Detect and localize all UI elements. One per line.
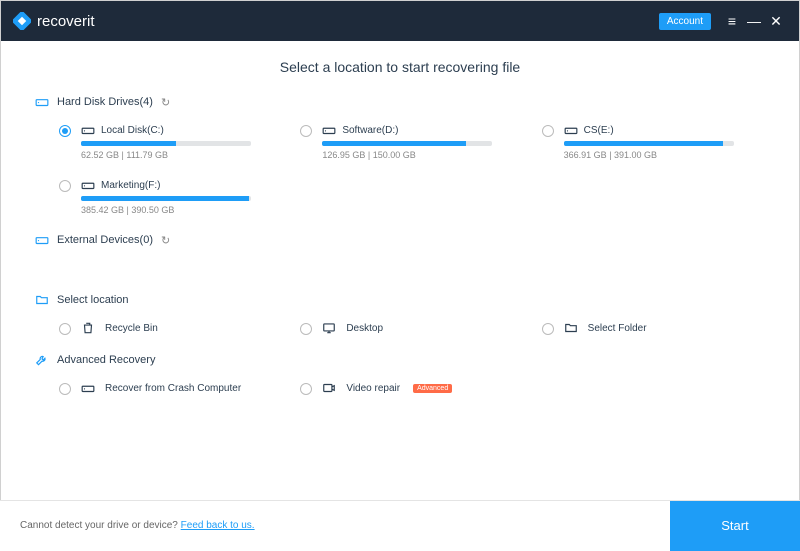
menu-icon[interactable]: ≡: [721, 13, 743, 29]
footer-prompt: Cannot detect your drive or device?: [20, 520, 181, 531]
hard-disk-icon: [35, 95, 49, 109]
minimize-icon[interactable]: —: [743, 13, 765, 29]
main-content: Select a location to start recovering fi…: [1, 41, 799, 501]
location-label: Desktop: [346, 323, 383, 334]
close-icon[interactable]: ✕: [765, 13, 787, 30]
location-label: Recycle Bin: [105, 323, 158, 334]
drive-radio[interactable]: [300, 125, 312, 137]
start-button[interactable]: Start: [670, 501, 800, 551]
drive-usage-bar: [81, 196, 251, 201]
section-external-header: External Devices(0) ↻: [35, 233, 765, 247]
section-location-label: Select location: [57, 294, 129, 306]
logo-icon: [13, 12, 31, 30]
drive-usage-bar: [322, 141, 492, 146]
drive-grid: Local Disk(C:) 62.52 GB | 111.79 GB Softwa…: [35, 123, 765, 215]
location-radio[interactable]: [59, 323, 71, 335]
drive-label: Marketing(F:): [101, 180, 160, 191]
select-folder-icon: [564, 321, 578, 335]
location-radio[interactable]: [542, 323, 554, 335]
section-hdd-header: Hard Disk Drives(4) ↻: [35, 95, 765, 109]
disk-icon: [322, 123, 336, 137]
drive-item[interactable]: CS(E:) 366.91 GB | 391.00 GB: [542, 123, 765, 160]
drive-radio[interactable]: [59, 180, 71, 192]
drive-label: Software(D:): [342, 125, 398, 136]
section-advanced-header: Advanced Recovery: [35, 353, 765, 367]
disk-icon: [81, 123, 95, 137]
drive-usage-bar: [81, 141, 251, 146]
location-item[interactable]: Recycle Bin: [59, 321, 282, 335]
section-advanced-label: Advanced Recovery: [57, 354, 155, 366]
account-button[interactable]: Account: [659, 13, 711, 30]
location-label: Select Folder: [588, 323, 647, 334]
advanced-radio[interactable]: [59, 383, 71, 395]
title-bar: recoverit Account ≡ — ✕: [1, 1, 799, 41]
location-grid: Recycle Bin Desktop Select Folder: [35, 321, 765, 335]
refresh-hdd-icon[interactable]: ↻: [161, 96, 170, 109]
external-device-icon: [35, 233, 49, 247]
disk-icon: [81, 178, 95, 192]
section-hdd-label: Hard Disk Drives(4): [57, 96, 153, 108]
crash-computer-icon: [81, 381, 95, 395]
footer-bar: Cannot detect your drive or device? Feed…: [0, 500, 800, 550]
disk-icon: [564, 123, 578, 137]
location-item[interactable]: Select Folder: [542, 321, 765, 335]
page-title: Select a location to start recovering fi…: [35, 59, 765, 75]
location-radio[interactable]: [300, 323, 312, 335]
drive-radio[interactable]: [542, 125, 554, 137]
brand-logo: recoverit: [13, 12, 95, 30]
desktop-icon: [322, 321, 336, 335]
brand-text: recoverit: [37, 13, 95, 30]
advanced-label: Video repair: [346, 383, 400, 394]
drive-label: Local Disk(C:): [101, 125, 164, 136]
drive-radio[interactable]: [59, 125, 71, 137]
drive-item[interactable]: Software(D:) 126.95 GB | 150.00 GB: [300, 123, 523, 160]
recycle-bin-icon: [81, 321, 95, 335]
drive-item[interactable]: Local Disk(C:) 62.52 GB | 111.79 GB: [59, 123, 282, 160]
advanced-item[interactable]: Recover from Crash Computer: [59, 381, 282, 395]
drive-size-text: 126.95 GB | 150.00 GB: [322, 150, 523, 160]
drive-label: CS(E:): [584, 125, 614, 136]
location-item[interactable]: Desktop: [300, 321, 523, 335]
video-repair-icon: [322, 381, 336, 395]
advanced-item[interactable]: Video repair Advanced: [300, 381, 523, 395]
advanced-radio[interactable]: [300, 383, 312, 395]
drive-size-text: 366.91 GB | 391.00 GB: [564, 150, 765, 160]
advanced-badge: Advanced: [413, 384, 452, 393]
feedback-link[interactable]: Feed back to us.: [181, 520, 255, 531]
section-location-header: Select location: [35, 293, 765, 307]
section-external-label: External Devices(0): [57, 234, 153, 246]
drive-size-text: 62.52 GB | 111.79 GB: [81, 150, 282, 160]
drive-item[interactable]: Marketing(F:) 385.42 GB | 390.50 GB: [59, 178, 282, 215]
drive-usage-bar: [564, 141, 734, 146]
refresh-external-icon[interactable]: ↻: [161, 234, 170, 247]
footer-text: Cannot detect your drive or device? Feed…: [20, 520, 255, 531]
drive-size-text: 385.42 GB | 390.50 GB: [81, 205, 282, 215]
wrench-icon: [35, 353, 49, 367]
advanced-label: Recover from Crash Computer: [105, 383, 241, 394]
folder-icon: [35, 293, 49, 307]
advanced-grid: Recover from Crash Computer Video repair A…: [35, 381, 765, 395]
